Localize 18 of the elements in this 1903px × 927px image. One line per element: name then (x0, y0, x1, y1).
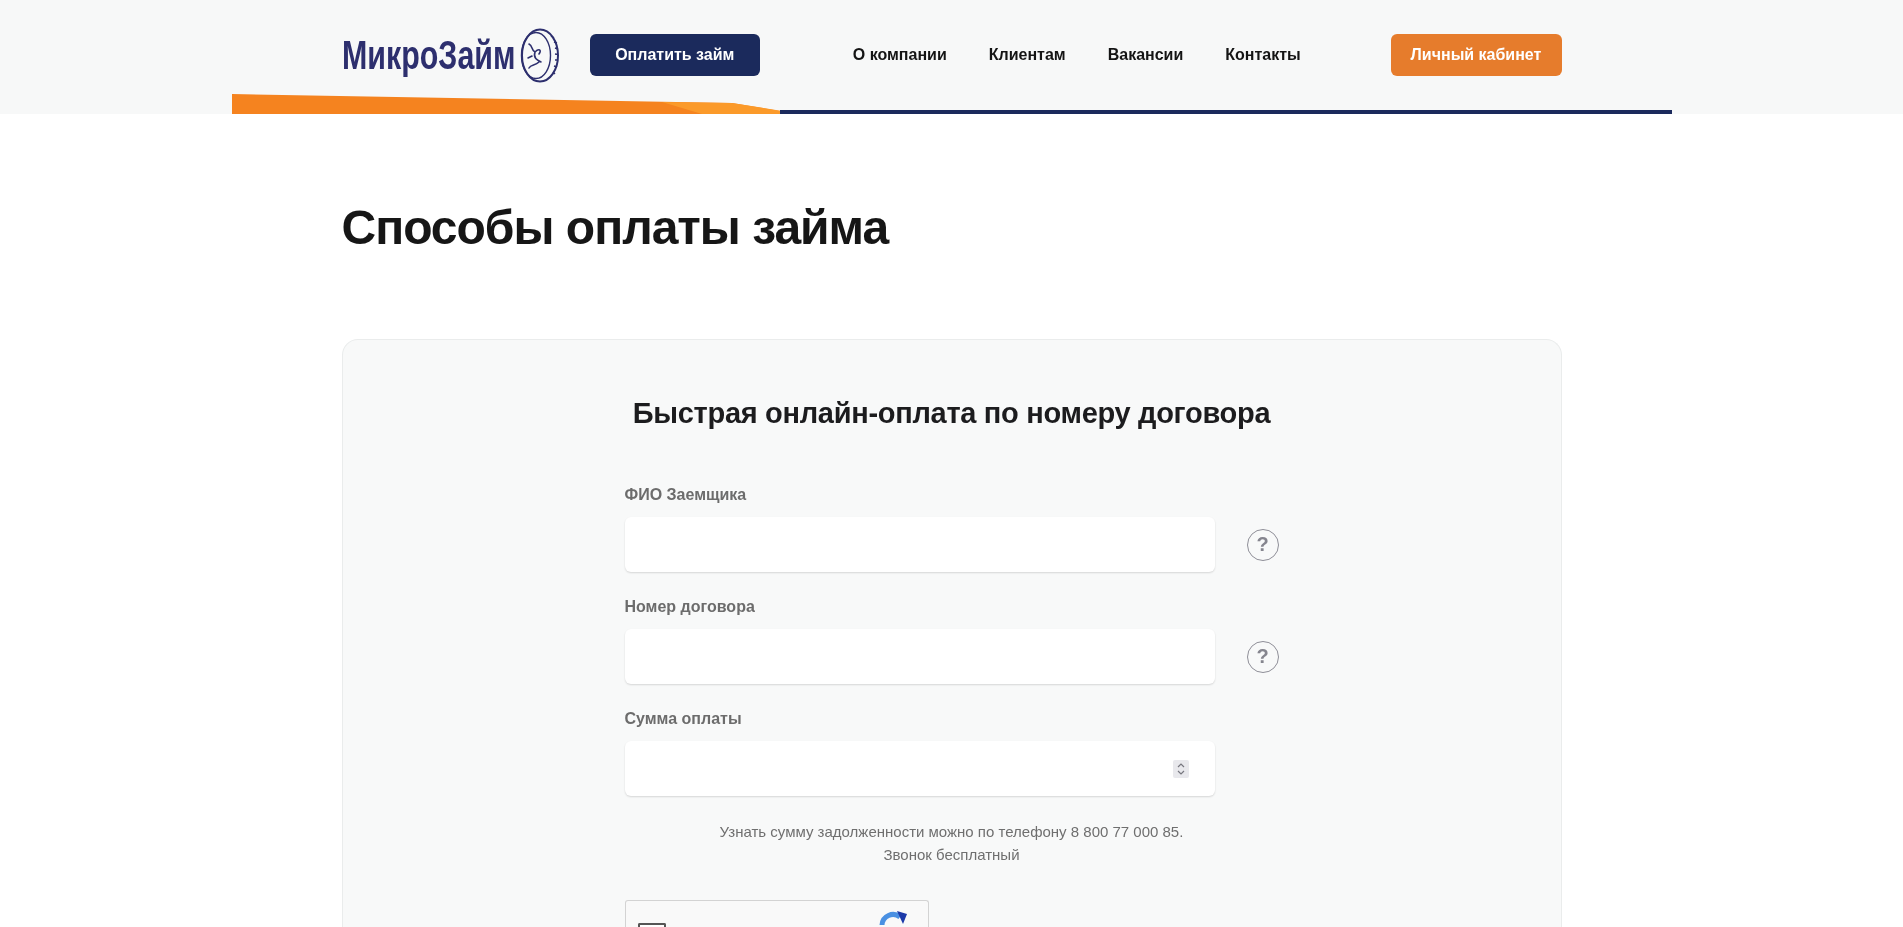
input-field[interactable] (624, 741, 1215, 796)
hint-text: Звонок бесплатный (883, 845, 1020, 865)
spinner-icon[interactable] (1172, 759, 1189, 778)
field-label: Номер договора (624, 597, 755, 617)
nav-link[interactable]: О компании (852, 45, 947, 65)
captcha-checkbox[interactable] (637, 923, 666, 927)
field-label: Сумма оплаты (624, 709, 742, 729)
input-field[interactable] (624, 517, 1215, 572)
form-title: Быстрая онлайн-оплата по номеру договора (632, 396, 1271, 431)
page-title: Способы оплаты займа (341, 200, 889, 256)
nav-link[interactable]: Вакансии (1107, 45, 1184, 65)
input-field[interactable] (624, 629, 1215, 684)
logo[interactable]: МикроЗайм (341, 27, 559, 83)
hint-text: Узнать сумму задолженности можно по телефону 8 800 77 000 85. (719, 822, 1184, 842)
nav-link[interactable]: Контакты (1225, 45, 1301, 65)
field-label: ФИО Заемщика (624, 485, 747, 505)
nav-link[interactable]: Клиентам (988, 45, 1066, 65)
pay-loan-button[interactable]: Оплатить займ (589, 34, 760, 76)
